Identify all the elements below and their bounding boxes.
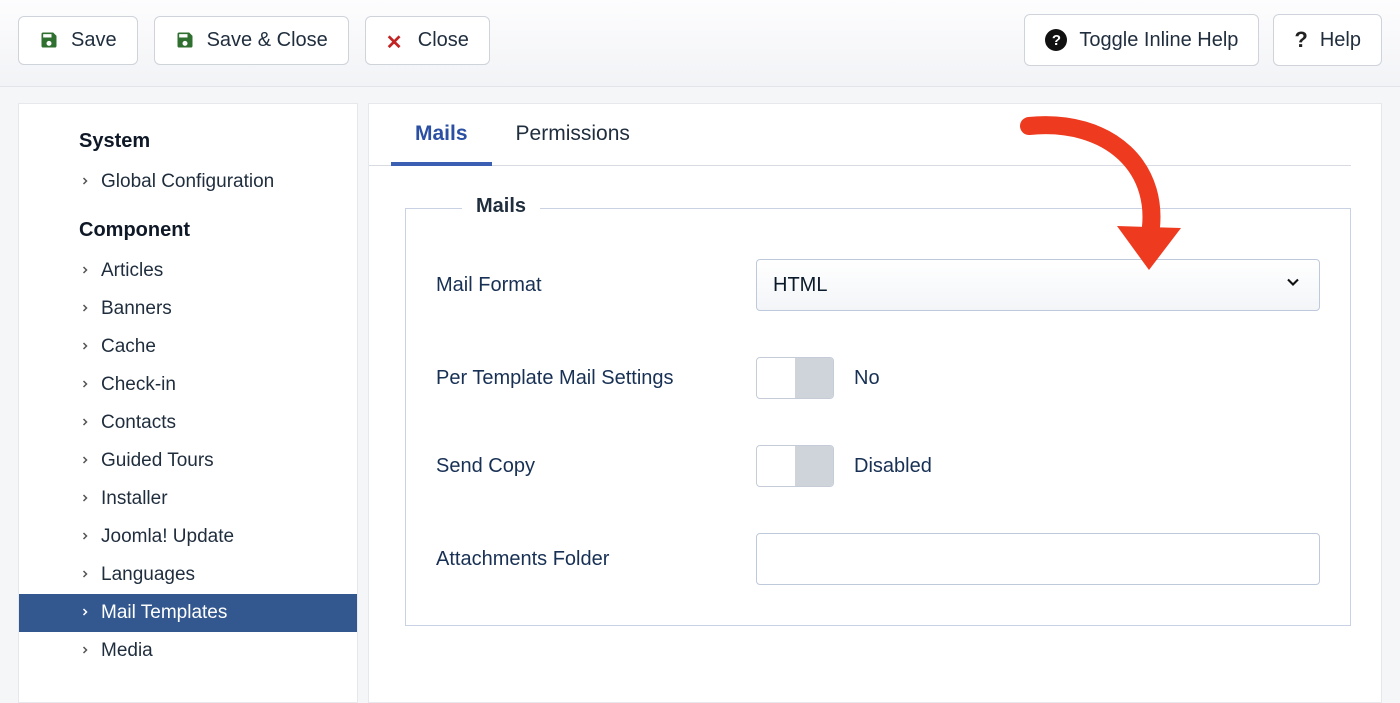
chevron-right-icon (79, 488, 93, 510)
fieldset-legend: Mails (462, 195, 540, 218)
sidebar-item-label: Contacts (101, 412, 176, 434)
save-close-label: Save & Close (207, 29, 328, 52)
sidebar-item-label: Cache (101, 336, 156, 358)
chevron-down-icon (1283, 272, 1303, 298)
chevron-right-icon (79, 374, 93, 396)
question-icon: ? (1294, 27, 1307, 53)
sidebar-item-label: Check-in (101, 374, 176, 396)
sidebar-item-label: Languages (101, 564, 195, 586)
sidebar-item-installer[interactable]: Installer (19, 480, 357, 518)
chevron-right-icon (79, 526, 93, 548)
send-copy-label: Send Copy (436, 455, 756, 478)
help-button[interactable]: ? Help (1273, 14, 1382, 66)
toolbar: Save Save & Close ✕ Close ? Toggle Inlin… (0, 0, 1400, 87)
sidebar-item-label: Mail Templates (101, 602, 227, 624)
toggle-inline-help-button[interactable]: ? Toggle Inline Help (1024, 14, 1259, 66)
sidebar: System Global Configuration Component Ar… (18, 103, 358, 703)
sidebar-item-contacts[interactable]: Contacts (19, 404, 357, 442)
send-copy-toggle[interactable] (756, 445, 834, 487)
mail-format-select[interactable]: HTML (756, 259, 1320, 311)
help-circle-icon: ? (1045, 29, 1067, 51)
sidebar-item-label: Global Configuration (101, 171, 274, 193)
chevron-right-icon (79, 298, 93, 320)
sidebar-item-languages[interactable]: Languages (19, 556, 357, 594)
save-close-button[interactable]: Save & Close (154, 16, 349, 65)
save-icon (175, 30, 195, 50)
sidebar-item-cache[interactable]: Cache (19, 328, 357, 366)
close-button[interactable]: ✕ Close (365, 16, 490, 65)
save-button[interactable]: Save (18, 16, 138, 65)
chevron-right-icon (79, 564, 93, 586)
chevron-right-icon (79, 171, 93, 193)
attachments-input[interactable] (756, 533, 1320, 585)
sidebar-item-label: Installer (101, 488, 168, 510)
help-label: Help (1320, 29, 1361, 52)
mail-format-value: HTML (773, 274, 827, 297)
sidebar-item-label: Guided Tours (101, 450, 214, 472)
chevron-right-icon (79, 260, 93, 282)
tab-permissions[interactable]: Permissions (492, 104, 654, 165)
chevron-right-icon (79, 412, 93, 434)
close-icon: ✕ (386, 30, 406, 50)
sidebar-group-system: System (79, 130, 357, 153)
sidebar-item-banners[interactable]: Banners (19, 290, 357, 328)
per-template-label: Per Template Mail Settings (436, 367, 756, 390)
per-template-toggle[interactable] (756, 357, 834, 399)
save-label: Save (71, 29, 117, 52)
save-icon (39, 30, 59, 50)
close-label: Close (418, 29, 469, 52)
chevron-right-icon (79, 450, 93, 472)
sidebar-item-label: Banners (101, 298, 172, 320)
chevron-right-icon (79, 602, 93, 624)
send-copy-value: Disabled (854, 455, 932, 478)
sidebar-item-guided-tours[interactable]: Guided Tours (19, 442, 357, 480)
main-panel: MailsPermissions Mails Mail Format HTML … (368, 103, 1382, 703)
sidebar-item-mail-templates[interactable]: Mail Templates (19, 594, 357, 632)
sidebar-item-articles[interactable]: Articles (19, 252, 357, 290)
sidebar-item-label: Media (101, 640, 153, 662)
fieldset-mails: Mails Mail Format HTML Per Template Mail… (405, 208, 1351, 626)
tab-mails[interactable]: Mails (391, 104, 492, 166)
toggle-inline-help-label: Toggle Inline Help (1079, 29, 1238, 52)
sidebar-item-label: Articles (101, 260, 163, 282)
chevron-right-icon (79, 336, 93, 358)
chevron-right-icon (79, 640, 93, 662)
sidebar-item-label: Joomla! Update (101, 526, 234, 548)
tabset: MailsPermissions (369, 104, 1351, 166)
per-template-value: No (854, 367, 880, 390)
sidebar-item-check-in[interactable]: Check-in (19, 366, 357, 404)
sidebar-item-global-configuration[interactable]: Global Configuration (19, 163, 357, 201)
sidebar-group-component: Component (79, 219, 357, 242)
mail-format-label: Mail Format (436, 274, 756, 297)
attachments-label: Attachments Folder (436, 548, 756, 571)
sidebar-item-joomla-update[interactable]: Joomla! Update (19, 518, 357, 556)
sidebar-item-media[interactable]: Media (19, 632, 357, 670)
